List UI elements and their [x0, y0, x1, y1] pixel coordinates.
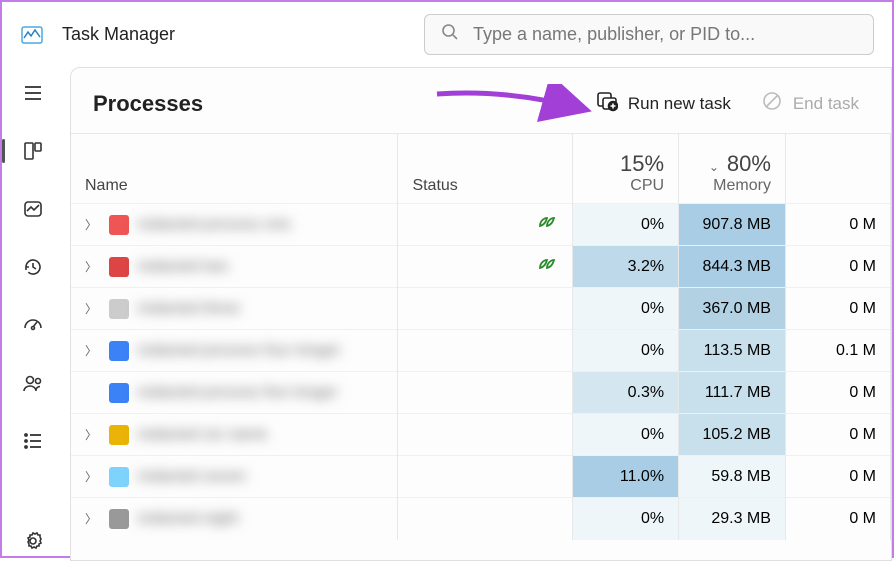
disk-cell: 0 M	[785, 498, 890, 540]
page-title: Processes	[93, 91, 203, 117]
end-task-button: End task	[751, 86, 869, 121]
search-placeholder: Type a name, publisher, or PID to...	[473, 24, 755, 45]
status-cell	[398, 456, 572, 498]
sidebar-settings[interactable]	[13, 521, 53, 561]
table-row[interactable]: 〉redacted two 3.2%844.3 MB0 M	[71, 246, 891, 288]
table-row[interactable]: redacted process five longer 0.3%111.7 MB…	[71, 372, 891, 414]
disk-cell: 0 M	[785, 456, 890, 498]
expand-icon[interactable]: 〉	[85, 468, 99, 485]
col-disk[interactable]	[785, 134, 890, 204]
hamburger-icon[interactable]	[13, 73, 53, 113]
status-cell	[398, 204, 572, 246]
table-row[interactable]: 〉redacted eight 0%29.3 MB0 M	[71, 498, 891, 540]
process-table: Name Status 15%CPU ⌄80%Memory 〉redacted …	[71, 133, 891, 540]
memory-cell: 29.3 MB	[679, 498, 786, 540]
leaf-icon	[536, 260, 558, 277]
table-row[interactable]: 〉redacted process one 0%907.8 MB0 M	[71, 204, 891, 246]
sidebar-details[interactable]	[13, 421, 53, 461]
expand-icon[interactable]: 〉	[85, 258, 99, 275]
status-cell	[398, 498, 572, 540]
col-name[interactable]: Name	[85, 177, 128, 194]
disk-cell: 0 M	[785, 372, 890, 414]
memory-cell: 907.8 MB	[679, 204, 786, 246]
memory-cell: 111.7 MB	[679, 372, 786, 414]
cpu-cell: 0%	[572, 498, 678, 540]
run-task-icon	[596, 90, 618, 117]
table-row[interactable]: 〉redacted seven 11.0%59.8 MB0 M	[71, 456, 891, 498]
sidebar-history[interactable]	[13, 247, 53, 287]
memory-cell: 844.3 MB	[679, 246, 786, 288]
table-row[interactable]: 〉redacted process four longer 0%113.5 MB0…	[71, 330, 891, 372]
sidebar-performance[interactable]	[13, 189, 53, 229]
end-task-icon	[761, 90, 783, 117]
memory-cell: 59.8 MB	[679, 456, 786, 498]
process-name-cell: redacted process five longer	[71, 372, 398, 414]
memory-cell: 105.2 MB	[679, 414, 786, 456]
sidebar-startup[interactable]	[13, 305, 53, 345]
disk-cell: 0 M	[785, 414, 890, 456]
cpu-cell: 0%	[572, 204, 678, 246]
memory-cell: 367.0 MB	[679, 288, 786, 330]
process-name-cell: 〉redacted six name	[71, 414, 398, 456]
cpu-cell: 11.0%	[572, 456, 678, 498]
sidebar	[2, 67, 64, 561]
status-cell	[398, 414, 572, 456]
process-name-cell: 〉redacted process one	[71, 204, 398, 246]
expand-icon[interactable]: 〉	[85, 342, 99, 359]
process-name-cell: 〉redacted three	[71, 288, 398, 330]
disk-cell: 0 M	[785, 288, 890, 330]
col-status[interactable]: Status	[412, 177, 457, 194]
col-memory[interactable]: ⌄80%Memory	[679, 134, 786, 204]
expand-icon[interactable]: 〉	[85, 426, 99, 443]
expand-icon[interactable]: 〉	[85, 300, 99, 317]
status-cell	[398, 288, 572, 330]
cpu-cell: 0%	[572, 330, 678, 372]
search-icon	[441, 23, 459, 46]
leaf-icon	[536, 218, 558, 235]
col-cpu[interactable]: 15%CPU	[572, 134, 678, 204]
expand-icon[interactable]: 〉	[85, 510, 99, 527]
table-row[interactable]: 〉redacted six name 0%105.2 MB0 M	[71, 414, 891, 456]
process-name-cell: 〉redacted seven	[71, 456, 398, 498]
disk-cell: 0 M	[785, 204, 890, 246]
process-name-cell: 〉redacted eight	[71, 498, 398, 540]
sidebar-users[interactable]	[13, 363, 53, 403]
expand-icon[interactable]: 〉	[85, 216, 99, 233]
cpu-cell: 0%	[572, 288, 678, 330]
memory-cell: 113.5 MB	[679, 330, 786, 372]
run-new-task-button[interactable]: Run new task	[586, 86, 741, 121]
disk-cell: 0 M	[785, 246, 890, 288]
cpu-cell: 0.3%	[572, 372, 678, 414]
app-icon	[20, 23, 44, 47]
process-name-cell: 〉redacted two	[71, 246, 398, 288]
status-cell	[398, 372, 572, 414]
disk-cell: 0.1 M	[785, 330, 890, 372]
table-row[interactable]: 〉redacted three 0%367.0 MB0 M	[71, 288, 891, 330]
chevron-down-icon: ⌄	[709, 160, 719, 174]
cpu-cell: 3.2%	[572, 246, 678, 288]
sidebar-processes[interactable]	[13, 131, 53, 171]
search-input[interactable]: Type a name, publisher, or PID to...	[424, 14, 874, 55]
status-cell	[398, 330, 572, 372]
process-name-cell: 〉redacted process four longer	[71, 330, 398, 372]
status-cell	[398, 246, 572, 288]
cpu-cell: 0%	[572, 414, 678, 456]
app-title: Task Manager	[62, 24, 175, 45]
